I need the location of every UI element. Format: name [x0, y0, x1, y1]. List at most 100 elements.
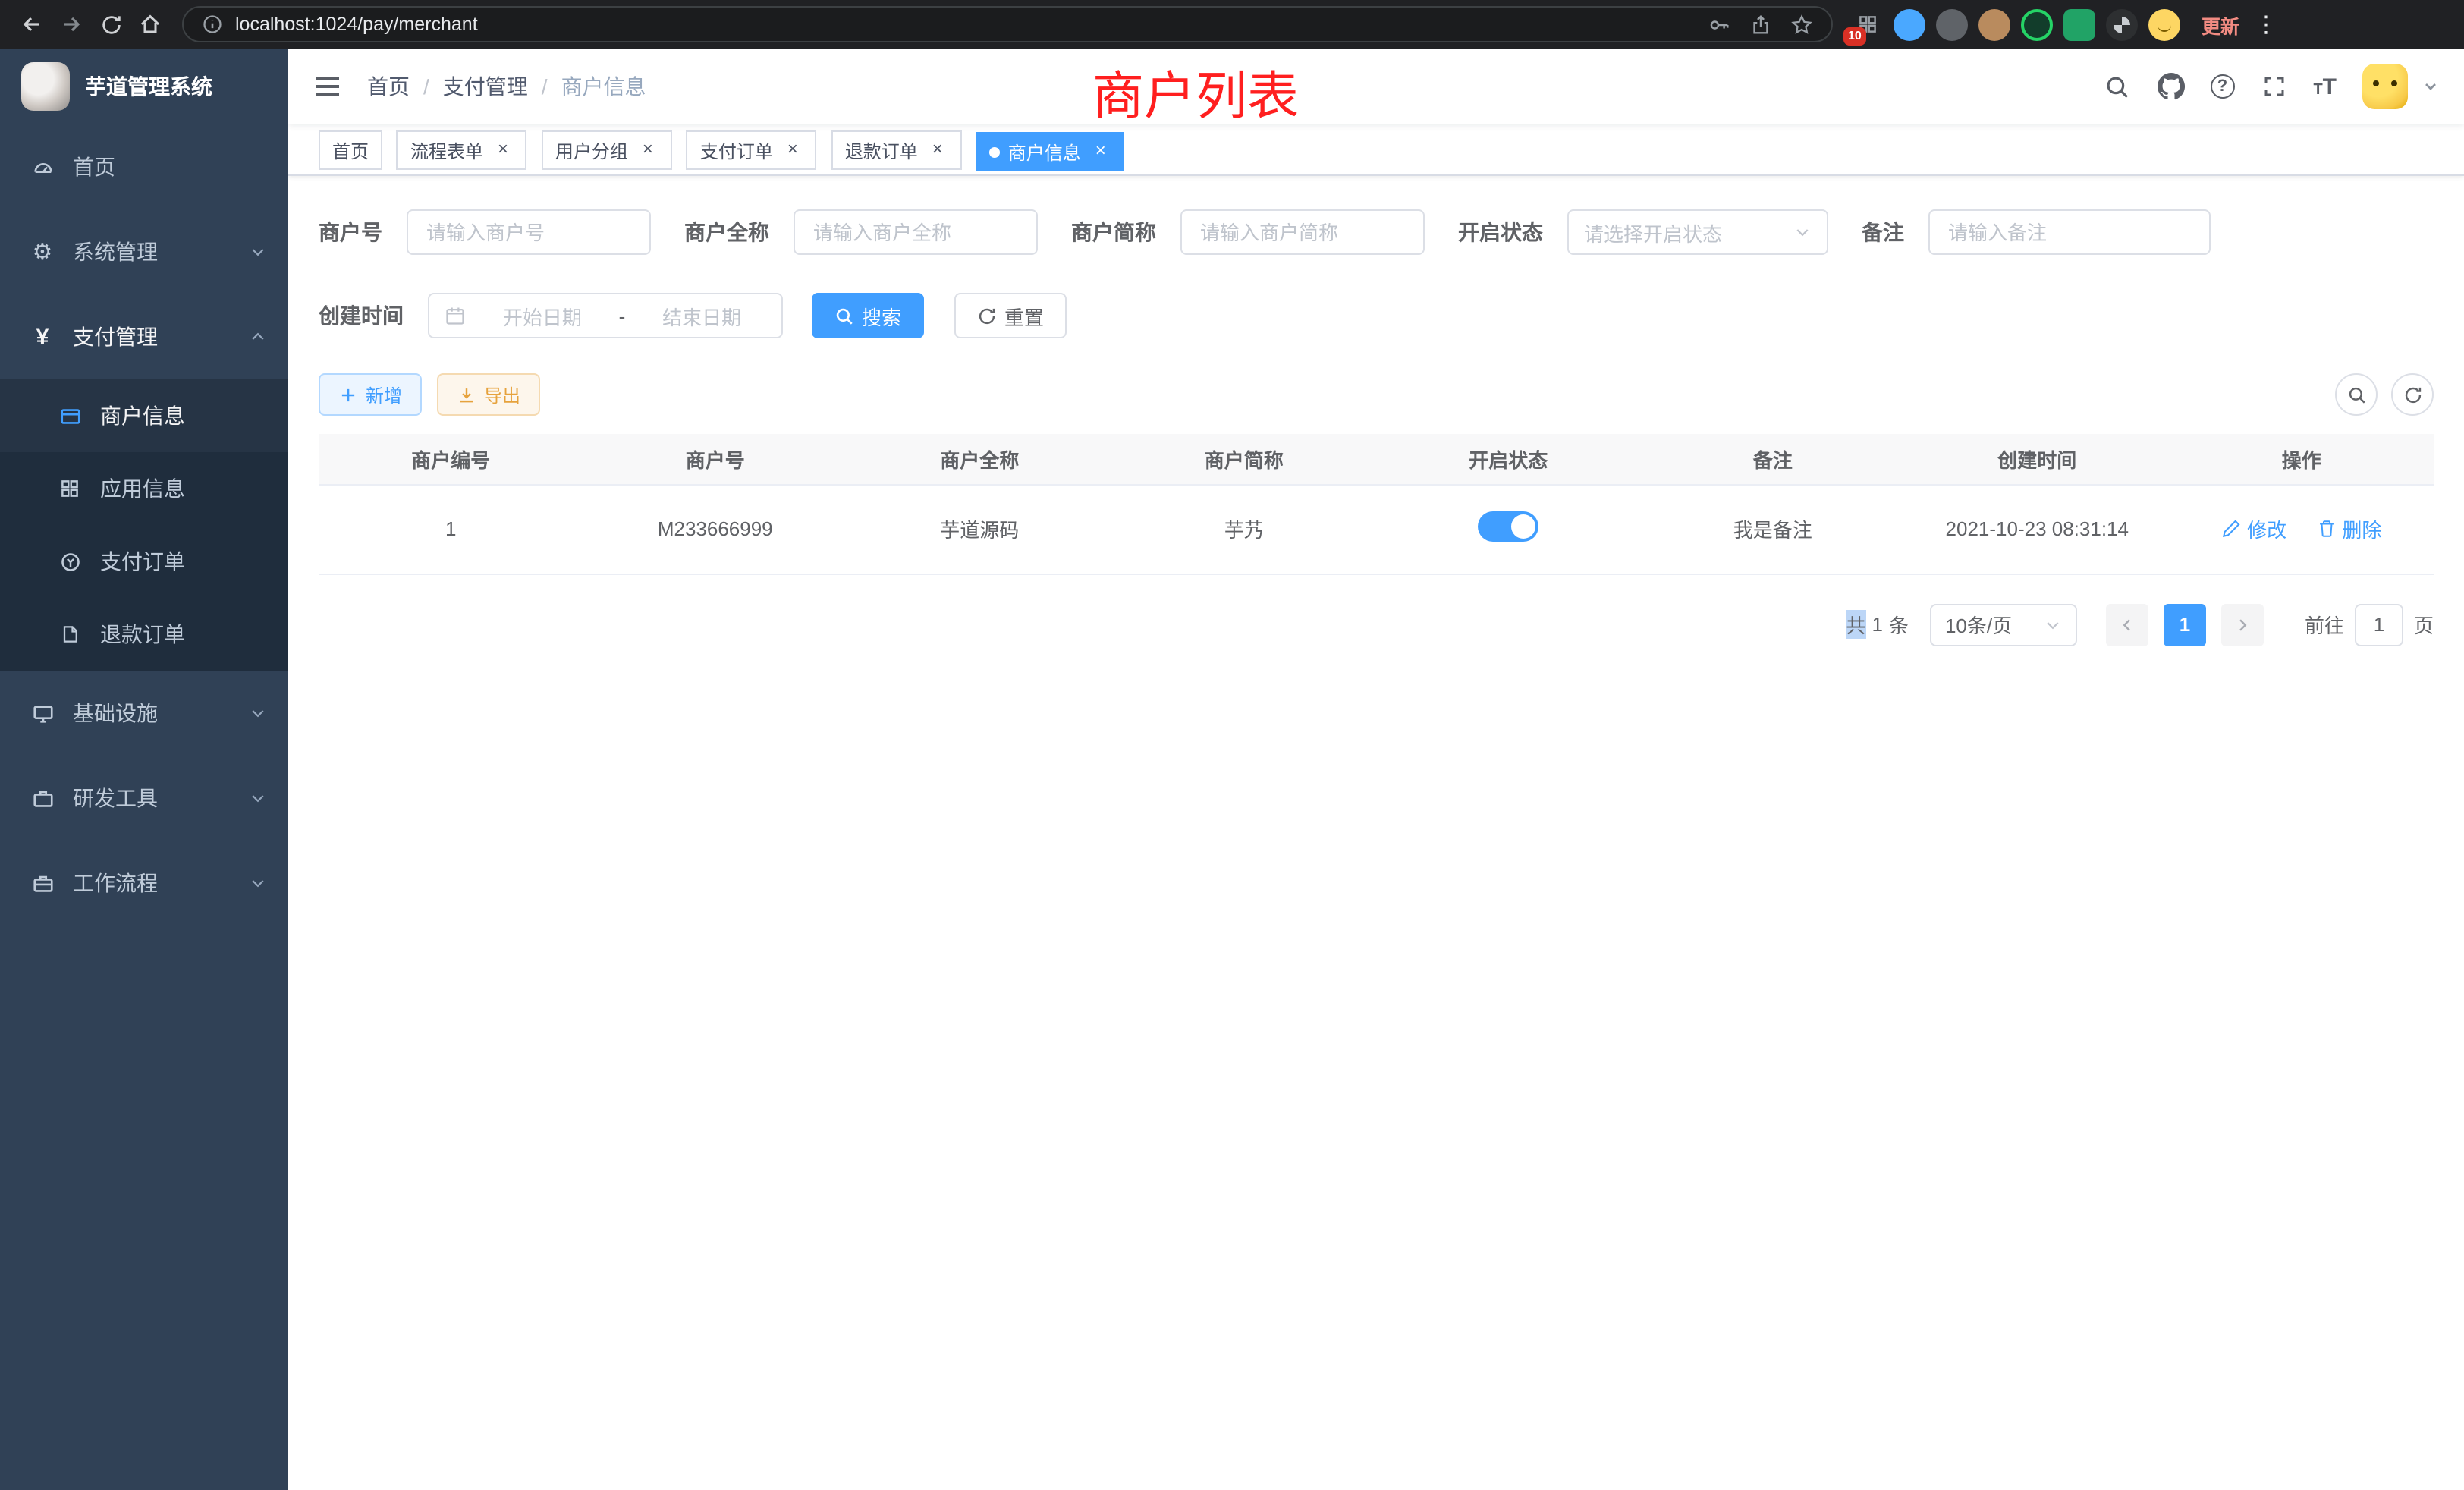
page-size-select[interactable]: 10条/页	[1930, 603, 2077, 646]
search-button[interactable]: 搜索	[812, 293, 924, 338]
tab-merchant-info[interactable]: 商户信息×	[976, 132, 1125, 171]
site-info-icon[interactable]	[202, 14, 223, 35]
sidebar-item-merchant-info[interactable]: 商户信息	[0, 379, 288, 452]
breadcrumb-home[interactable]: 首页	[367, 71, 410, 102]
help-icon[interactable]: ?	[2210, 74, 2234, 99]
extension-icon-emoji[interactable]	[2148, 8, 2180, 40]
font-size-icon[interactable]: TT	[2313, 75, 2337, 98]
plus-icon	[338, 385, 358, 404]
toolbar: 新增 导出	[319, 373, 2434, 416]
logo-avatar-image	[21, 62, 70, 111]
header-merchant-id: 商户编号	[319, 434, 583, 484]
extension-icon-green-square[interactable]	[2063, 8, 2095, 40]
credit-card-icon	[58, 404, 82, 428]
browser-reload-button[interactable]	[91, 5, 130, 44]
add-button[interactable]: 新增	[319, 373, 422, 416]
breadcrumb-payment[interactable]: 支付管理	[443, 71, 528, 102]
pagination: 共 1 条 10条/页 1 前	[319, 603, 2434, 646]
chevron-right-icon	[2233, 615, 2252, 633]
reset-button[interactable]: 重置	[954, 293, 1067, 338]
close-icon[interactable]: ×	[1090, 141, 1111, 162]
full-name-input[interactable]	[794, 209, 1038, 255]
goto-page: 前往 页	[2305, 603, 2434, 646]
breadcrumb: 首页 / 支付管理 / 商户信息	[367, 71, 646, 102]
browser-back-button[interactable]	[12, 5, 52, 44]
sidebar-item-label: 研发工具	[73, 783, 158, 813]
edit-link[interactable]: 修改	[2221, 514, 2286, 543]
extension-icon-gray[interactable]	[1936, 8, 1968, 40]
chevron-down-icon	[249, 243, 267, 261]
merchant-no-input[interactable]	[407, 209, 651, 255]
sidebar-item-app-info[interactable]: 应用信息	[0, 452, 288, 525]
user-avatar[interactable]	[2362, 64, 2408, 109]
tab-counter-extension-icon[interactable]: 10	[1851, 8, 1883, 40]
short-name-input[interactable]	[1180, 209, 1425, 255]
extension-icon-green-ring[interactable]	[2021, 8, 2053, 40]
close-icon[interactable]: ×	[637, 140, 658, 161]
header-status: 开启状态	[1376, 434, 1641, 484]
sidebar-item-dev-tools[interactable]: 研发工具	[0, 756, 288, 841]
fullscreen-icon[interactable]	[2260, 73, 2287, 100]
sidebar-item-payment[interactable]: ¥ 支付管理	[0, 294, 288, 379]
status-label: 开启状态	[1458, 217, 1543, 247]
status-select[interactable]: 请选择开启状态	[1567, 209, 1828, 255]
browser-update-button[interactable]: 更新	[2202, 10, 2239, 39]
search-icon[interactable]	[2104, 73, 2131, 100]
status-toggle[interactable]	[1478, 511, 1538, 542]
browser-home-button[interactable]	[130, 5, 170, 44]
remark-input[interactable]	[1928, 209, 2211, 255]
close-icon[interactable]: ×	[492, 140, 514, 161]
github-icon[interactable]	[2157, 73, 2184, 100]
hamburger-icon[interactable]	[313, 71, 343, 102]
extension-icon-blue[interactable]	[1894, 8, 1925, 40]
delete-link[interactable]: 删除	[2316, 514, 2381, 543]
close-icon[interactable]: ×	[782, 140, 803, 161]
table-header-row: 商户编号 商户号 商户全称 商户简称 开启状态 备注 创建时间 操作	[319, 434, 2434, 484]
refresh-table-button[interactable]	[2391, 373, 2434, 416]
sidebar-item-label: 支付订单	[100, 546, 185, 577]
address-bar[interactable]: localhost:1024/pay/merchant	[182, 6, 1833, 42]
bookmark-star-icon[interactable]	[1790, 13, 1813, 36]
navbar-actions: ? TT	[2104, 64, 2440, 109]
share-icon[interactable]	[1749, 13, 1772, 36]
page-number-button[interactable]: 1	[2164, 603, 2206, 646]
tab-process-form[interactable]: 流程表单×	[397, 130, 527, 170]
chevron-down-icon	[249, 704, 267, 722]
create-time-range-picker[interactable]: 开始日期 - 结束日期	[428, 293, 783, 338]
sidebar-item-refund-order[interactable]: 退款订单	[0, 598, 288, 671]
header-actions: 操作	[2170, 434, 2434, 484]
browser-menu-icon[interactable]: ⋮	[2255, 11, 2276, 38]
close-icon[interactable]: ×	[927, 140, 948, 161]
extension-icon-pinwheel[interactable]	[2106, 8, 2138, 40]
tab-pay-order[interactable]: 支付订单×	[687, 130, 817, 170]
browser-forward-button[interactable]	[52, 5, 91, 44]
tab-user-group[interactable]: 用户分组×	[542, 130, 672, 170]
sidebar-item-system[interactable]: ⚙ 系统管理	[0, 209, 288, 294]
sidebar-item-home[interactable]: 首页	[0, 124, 288, 209]
sidebar-item-label: 退款订单	[100, 619, 185, 649]
tab-refund-order[interactable]: 退款订单×	[831, 130, 962, 170]
sidebar-item-pay-order[interactable]: 支付订单	[0, 525, 288, 598]
filter-row-2: 创建时间 开始日期 - 结束日期 搜索 重置	[319, 293, 2434, 338]
goto-page-input[interactable]	[2355, 603, 2403, 646]
cell-create-time: 2021-10-23 08:31:14	[1905, 484, 2170, 574]
prev-page-button[interactable]	[2106, 603, 2148, 646]
next-page-button[interactable]	[2221, 603, 2264, 646]
cell-full-name: 芋道源码	[847, 484, 1112, 574]
sidebar-item-workflow[interactable]: 工作流程	[0, 841, 288, 926]
export-button[interactable]: 导出	[437, 373, 540, 416]
header-full-name: 商户全称	[847, 434, 1112, 484]
app-logo[interactable]: 芋道管理系统	[0, 49, 288, 124]
download-icon	[457, 385, 476, 404]
tab-home[interactable]: 首页	[319, 130, 382, 170]
chevron-down-icon	[1793, 223, 1812, 241]
extension-icon-avatar[interactable]	[1978, 8, 2010, 40]
sidebar-menu: 首页 ⚙ 系统管理 ¥ 支付管理	[0, 124, 288, 926]
show-search-button[interactable]	[2335, 373, 2378, 416]
full-name-label: 商户全称	[684, 217, 769, 247]
start-date-placeholder: 开始日期	[478, 301, 607, 330]
trash-icon	[2316, 519, 2336, 539]
sidebar-item-infrastructure[interactable]: 基础设施	[0, 671, 288, 756]
password-key-icon[interactable]	[1708, 13, 1731, 36]
search-icon	[2346, 385, 2366, 404]
